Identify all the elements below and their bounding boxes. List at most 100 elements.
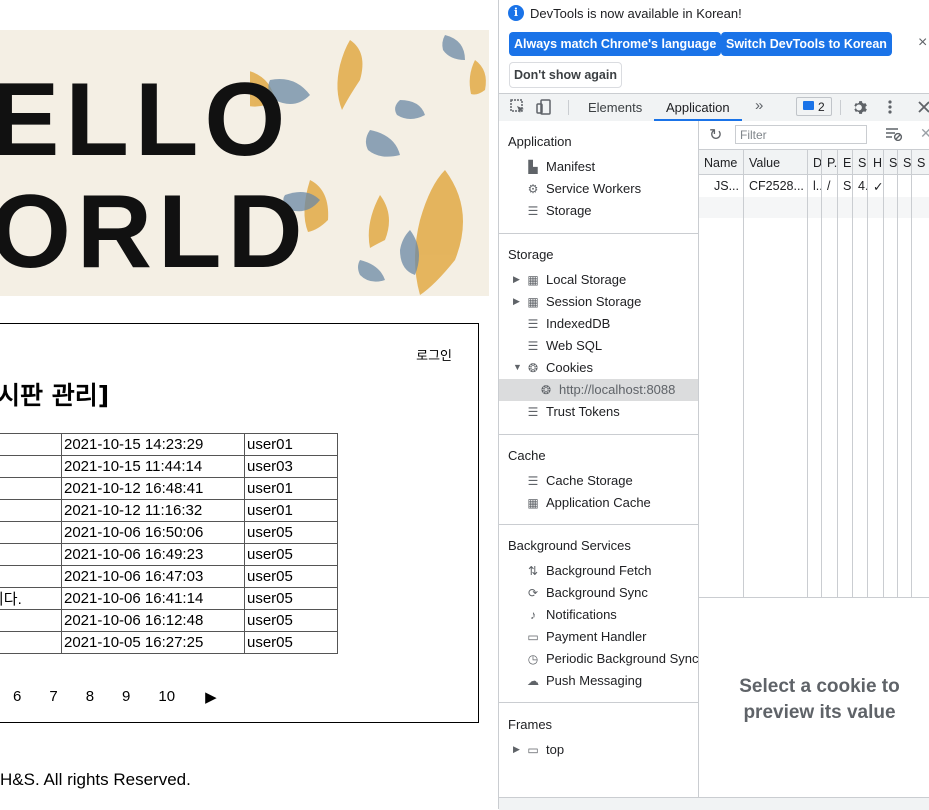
table-row[interactable]: 2021-10-15 11:44:14 user03 — [0, 455, 338, 478]
sidebar-item-label: Background Fetch — [546, 563, 652, 578]
table-row[interactable]: 2021-10-12 11:16:32 user01 — [0, 499, 338, 522]
sidebar-item-label: http://localhost:8088 — [559, 382, 676, 397]
cookie-table: NameValueDP.E.S.HS.S.S JS...CF2528...l..… — [699, 150, 929, 597]
post-title-cell[interactable] — [0, 477, 62, 500]
sidebar-item-payment-handler[interactable]: ▭ Payment Handler — [499, 626, 698, 648]
expand-down-icon[interactable]: ▼ — [513, 362, 522, 372]
table-row[interactable]: 2021-10-12 16:48:41 user01 — [0, 477, 338, 500]
column-divider[interactable] — [897, 150, 898, 597]
issues-button[interactable]: 2 — [796, 97, 832, 116]
card-icon: ▭ — [527, 630, 539, 644]
sidebar-item-web-sql[interactable]: ☰ Web SQL — [499, 335, 698, 357]
post-title-cell[interactable] — [0, 521, 62, 544]
cookie-row[interactable]: JS...CF2528...l../S.4.✓ — [699, 175, 929, 195]
column-divider[interactable] — [867, 150, 868, 597]
sidebar-item-background-fetch[interactable]: ⇅ Background Fetch — [499, 560, 698, 582]
column-divider[interactable] — [837, 150, 838, 597]
column-divider[interactable] — [807, 150, 808, 597]
settings-gear-icon[interactable] — [852, 99, 869, 116]
sidebar-item-notifications[interactable]: ♪ Notifications — [499, 604, 698, 626]
login-link[interactable]: 로그인 — [416, 345, 452, 364]
table-row[interactable]: 니다.2021-10-06 16:41:14user05 — [0, 587, 338, 610]
table-row[interactable]: 2021-10-15 14:23:29 user01 — [0, 433, 338, 456]
expand-right-icon[interactable]: ▶ — [513, 274, 520, 285]
next-page-icon[interactable]: ▶ — [205, 688, 217, 706]
more-options-icon[interactable] — [887, 99, 893, 115]
sidebar-item-manifest[interactable]: ▙ Manifest — [499, 156, 698, 178]
page-number-link[interactable]: 9 — [122, 688, 130, 706]
tab-separator — [568, 100, 569, 115]
dont-show-again-button[interactable]: Don't show again — [509, 62, 622, 88]
post-title-cell[interactable] — [0, 565, 62, 588]
sidebar-item-cache-storage[interactable]: ☰ Cache Storage — [499, 470, 698, 492]
post-title-cell[interactable] — [0, 543, 62, 566]
sidebar-item-storage[interactable]: ☰ Storage — [499, 200, 698, 222]
sidebar-item-cookies[interactable]: ▼ ❂ Cookies — [499, 357, 698, 379]
table-row[interactable]: 2021-10-06 16:50:06 user05 — [0, 521, 338, 544]
sidebar-item-service-workers[interactable]: ⚙ Service Workers — [499, 178, 698, 200]
sidebar-item-application-cache[interactable]: ▦ Application Cache — [499, 492, 698, 514]
page-number-link[interactable]: 7 — [49, 688, 57, 706]
column-divider[interactable] — [883, 150, 884, 597]
switch-to-korean-button[interactable]: Switch DevTools to Korean — [721, 32, 892, 56]
column-divider[interactable] — [911, 150, 912, 597]
page-number-link[interactable]: 6 — [13, 688, 21, 706]
sidebar-item-periodic-background-sync[interactable]: ◷ Periodic Background Sync — [499, 648, 699, 670]
post-title-cell[interactable] — [0, 631, 62, 654]
sidebar-item-top[interactable]: ▶ ▭ top — [499, 739, 698, 761]
close-devtools-icon[interactable] — [918, 101, 929, 113]
post-title-cell[interactable] — [0, 499, 62, 522]
table-row[interactable]: 2021-10-06 16:49:23 user05 — [0, 543, 338, 566]
page-number-link[interactable]: 10 — [158, 688, 175, 706]
cookie-column-header[interactable]: Value — [749, 156, 808, 170]
column-divider[interactable] — [852, 150, 853, 597]
sidebar-item-label: IndexedDB — [546, 316, 611, 331]
sidebar-item-local-storage[interactable]: ▶ ▦ Local Storage — [499, 269, 698, 291]
bell-icon: ♪ — [530, 608, 536, 622]
clear-all-cookies-icon[interactable]: ✕ — [920, 125, 929, 142]
clear-filtered-cookies-icon[interactable] — [885, 127, 903, 141]
table-row[interactable]: 2021-10-06 16:12:48 user05 — [0, 609, 338, 632]
table-row[interactable]: 2021-10-06 16:47:03 user05 — [0, 565, 338, 588]
post-title-cell[interactable] — [0, 455, 62, 478]
tab-application[interactable]: Application — [654, 94, 742, 121]
post-date-cell: 2021-10-06 16:49:23 — [61, 543, 245, 566]
page-number-link[interactable]: 8 — [86, 688, 94, 706]
database-icon: ☰ — [527, 405, 539, 419]
expand-right-icon[interactable]: ▶ — [513, 296, 520, 307]
cookie-filter-input[interactable] — [735, 125, 867, 144]
post-title-cell[interactable] — [0, 433, 62, 456]
column-divider[interactable] — [743, 150, 744, 597]
devtools-panel: i DevTools is now available in Korean! A… — [498, 0, 929, 810]
refresh-icon[interactable]: ↻ — [709, 125, 722, 145]
cookie-column-header[interactable]: Name — [704, 156, 744, 170]
sidebar-item-label: Background Sync — [546, 585, 648, 600]
sidebar-item-trust-tokens[interactable]: ☰ Trust Tokens — [499, 401, 698, 423]
sidebar-item-label: Manifest — [546, 159, 596, 174]
tab-elements[interactable]: Elements — [588, 100, 642, 115]
post-date-cell: 2021-10-06 16:41:14 — [61, 587, 245, 610]
sidebar-item-http-localhost-8088[interactable]: ❂ http://localhost:8088 — [499, 379, 698, 401]
sidebar-item-indexeddb[interactable]: ☰ IndexedDB — [499, 313, 698, 335]
issues-icon — [803, 101, 814, 110]
sidebar-item-background-sync[interactable]: ⟳ Background Sync — [499, 582, 698, 604]
post-title-cell[interactable]: 니다. — [0, 587, 62, 610]
cookie-column-header[interactable]: S — [917, 156, 929, 170]
sidebar-item-push-messaging[interactable]: ☁ Push Messaging — [499, 670, 698, 692]
close-icon[interactable]: × — [918, 34, 927, 52]
inspect-element-icon[interactable] — [510, 99, 526, 115]
clock-icon: ◷ — [527, 652, 539, 666]
database-icon: ☰ — [527, 339, 539, 353]
post-user-cell: user01 — [244, 433, 338, 456]
post-title-cell[interactable] — [0, 609, 62, 632]
table-row[interactable]: 2021-10-05 16:27:25 user05 — [0, 631, 338, 654]
sidebar-item-session-storage[interactable]: ▶ ▦ Session Storage — [499, 291, 698, 313]
more-tabs-icon[interactable]: » — [755, 97, 763, 114]
post-user-cell: user05 — [244, 565, 338, 588]
expand-right-icon[interactable]: ▶ — [513, 744, 520, 755]
infobar-message: DevTools is now available in Korean! — [530, 6, 742, 21]
match-chrome-language-button[interactable]: Always match Chrome's language — [509, 32, 722, 56]
column-divider[interactable] — [821, 150, 822, 597]
device-toolbar-icon[interactable] — [536, 99, 552, 115]
section-divider — [499, 434, 698, 435]
